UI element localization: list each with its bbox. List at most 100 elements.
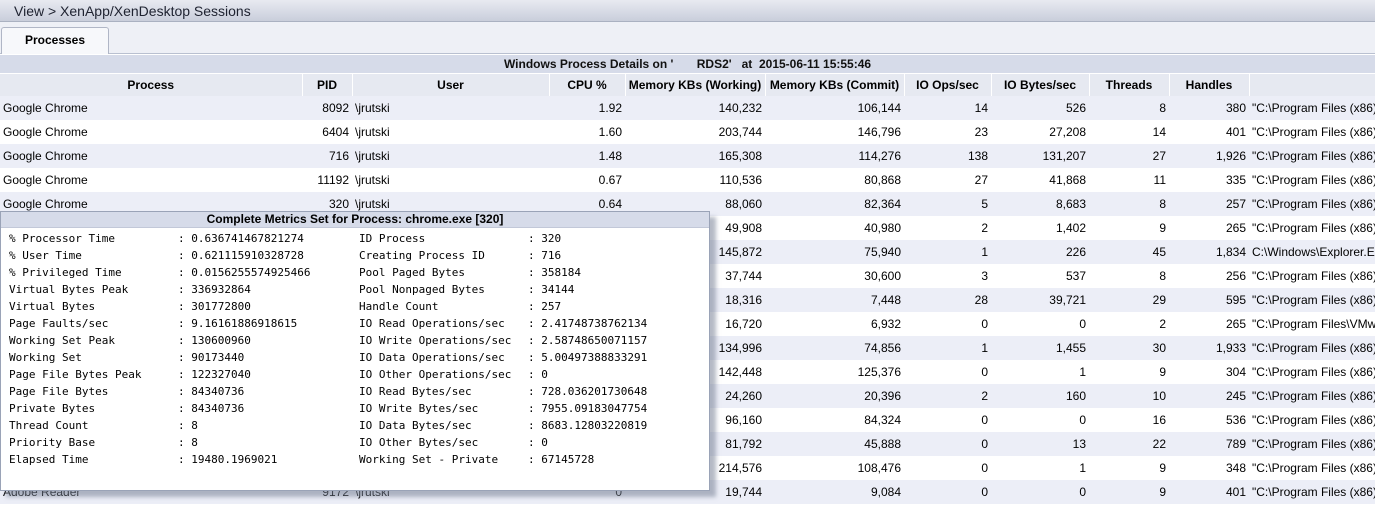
handles-cell: 1,834 (1169, 240, 1249, 264)
threads-cell: 8 (1089, 264, 1169, 288)
metric-label: ID Process (359, 232, 426, 245)
metric-label: % User Time (9, 249, 82, 262)
table-row[interactable]: Google Chrome 11192 \jrutski 0.67 110,536 80,… (0, 168, 1375, 192)
metric-label: Working Set Peak (9, 334, 115, 347)
metric-value: : 8 (178, 436, 198, 449)
memory-commit-cell: 82,364 (765, 192, 904, 216)
col-io-ops-header[interactable]: IO Ops/sec (904, 74, 992, 96)
threads-cell: 45 (1089, 240, 1169, 264)
memory-commit-cell: 40,980 (765, 216, 904, 240)
table-row[interactable]: Google Chrome 716 \jrutski 1.48 165,308 114,2… (0, 144, 1375, 168)
col-user-header[interactable]: User (352, 74, 550, 96)
table-row[interactable]: Google Chrome 6404 \jrutski 1.60 203,744 146,… (0, 120, 1375, 144)
io-ops-cell: 0 (904, 360, 991, 384)
handles-cell: 401 (1169, 120, 1249, 144)
col-io-bytes-header[interactable]: IO Bytes/sec (991, 74, 1090, 96)
metric-label: IO Data Bytes/sec (359, 419, 472, 432)
io-bytes-cell: 131,207 (991, 144, 1089, 168)
command-path-cell: "C:\Program Files (x86)\ (1249, 456, 1375, 480)
command-path-cell: "C:\Program Files\VMwa (1249, 312, 1375, 336)
handles-cell: 265 (1169, 216, 1249, 240)
threads-cell: 2 (1089, 312, 1169, 336)
metric-value: : 5.00497388833291 (528, 351, 648, 364)
caption-at: at (741, 57, 753, 71)
io-ops-cell: 0 (904, 432, 991, 456)
col-mem-commit-header[interactable]: Memory KBs (Commit) (765, 74, 905, 96)
memory-commit-cell: 84,324 (765, 408, 904, 432)
window-title: View > XenApp/XenDesktop Sessions (14, 3, 251, 19)
pid-cell: 6404 (302, 120, 352, 144)
handles-cell: 335 (1169, 168, 1249, 192)
threads-cell: 10 (1089, 384, 1169, 408)
metric-value: : 320 (528, 232, 562, 245)
col-pid-header[interactable]: PID (302, 74, 353, 96)
col-mem-working-header[interactable]: Memory KBs (Working) (625, 74, 766, 96)
user-cell: \jrutski (352, 168, 549, 192)
table-header-row: Process PID User CPU % Memory KBs (Working) M… (0, 74, 1375, 96)
io-ops-cell: 0 (904, 456, 991, 480)
handles-cell: 401 (1169, 480, 1249, 504)
memory-working-cell: 110,536 (625, 168, 765, 192)
command-path-cell: "C:\Program Files (x86)\ (1249, 192, 1375, 216)
metric-value: : 84340736 (178, 385, 245, 398)
process-name-cell: Google Chrome (0, 96, 302, 120)
caption-timestamp: 2015-06-11 15:55:46 (758, 57, 872, 71)
io-ops-cell: 14 (904, 96, 991, 120)
command-path-cell: "C:\Program Files (x86)\ (1249, 168, 1375, 192)
threads-cell: 30 (1089, 336, 1169, 360)
memory-working-cell: 140,232 (625, 96, 765, 120)
user-cell: \jrutski (352, 120, 549, 144)
io-bytes-cell: 41,868 (991, 168, 1089, 192)
metric-value: : 8 (178, 419, 198, 432)
io-bytes-cell: 1,402 (991, 216, 1089, 240)
metric-label: Priority Base (9, 436, 96, 449)
metric-value: : 34144 (528, 283, 575, 296)
metric-label: Private Bytes (9, 402, 96, 415)
metric-value: : 0.0156255574925466 (178, 266, 311, 279)
io-bytes-cell: 1 (991, 456, 1089, 480)
handles-cell: 304 (1169, 360, 1249, 384)
metric-label: Page File Bytes Peak (9, 368, 142, 381)
handles-cell: 265 (1169, 312, 1249, 336)
io-ops-cell: 0 (904, 480, 991, 504)
metric-value: : 122327040 (178, 368, 251, 381)
process-name-cell: Google Chrome (0, 120, 302, 144)
memory-commit-cell: 20,396 (765, 384, 904, 408)
metric-label: Pool Paged Bytes (359, 266, 465, 279)
col-cpu-header[interactable]: CPU % (549, 74, 626, 96)
threads-cell: 8 (1089, 192, 1169, 216)
table-row[interactable]: Google Chrome 8092 \jrutski 1.92 140,232 106,… (0, 96, 1375, 120)
cpu-percent-cell: 1.92 (549, 96, 625, 120)
io-bytes-cell: 160 (991, 384, 1089, 408)
col-handles-header[interactable]: Handles (1169, 74, 1250, 96)
col-path-header[interactable] (1249, 74, 1375, 96)
metric-value: : 0.636741467821274 (178, 232, 304, 245)
io-bytes-cell: 27,208 (991, 120, 1089, 144)
io-ops-cell: 3 (904, 264, 991, 288)
command-path-cell: "C:\Program Files (x86)\ (1249, 216, 1375, 240)
metric-label: IO Write Bytes/sec (359, 402, 479, 415)
popup-title: Complete Metrics Set for Process: chrome… (1, 212, 709, 228)
tab-processes[interactable]: Processes (1, 27, 109, 54)
memory-commit-cell: 30,600 (765, 264, 904, 288)
process-name-cell: Google Chrome (0, 168, 302, 192)
metric-value: : 257 (528, 300, 562, 313)
metric-value: : 2.58748650071157 (528, 334, 648, 347)
command-path-cell: C:\Windows\Explorer.EX (1249, 240, 1375, 264)
io-bytes-cell: 0 (991, 312, 1089, 336)
threads-cell: 14 (1089, 120, 1169, 144)
process-name-cell: Google Chrome (0, 144, 302, 168)
col-process-header[interactable]: Process (0, 74, 303, 96)
metric-label: IO Write Operations/sec (359, 334, 512, 347)
command-path-cell: "C:\Program Files (x86)\ (1249, 120, 1375, 144)
memory-commit-cell: 74,856 (765, 336, 904, 360)
metric-value: : 301772800 (178, 300, 251, 313)
command-path-cell: "C:\Program Files (x86)\ (1249, 432, 1375, 456)
metric-value: : 716 (528, 249, 562, 262)
io-bytes-cell: 0 (991, 480, 1089, 504)
col-threads-header[interactable]: Threads (1089, 74, 1170, 96)
io-bytes-cell: 226 (991, 240, 1089, 264)
metric-value: : 0 (528, 368, 548, 381)
io-ops-cell: 0 (904, 408, 991, 432)
io-ops-cell: 1 (904, 336, 991, 360)
